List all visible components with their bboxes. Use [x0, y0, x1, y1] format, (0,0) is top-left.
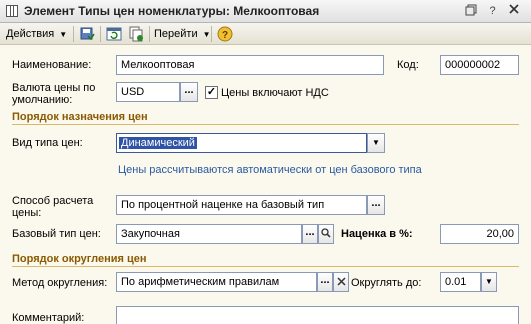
- help-title-icon[interactable]: ?: [485, 4, 500, 19]
- window: Элемент Типы цен номенклатуры: Мелкоопто…: [0, 0, 531, 324]
- restore-icon[interactable]: [463, 4, 478, 19]
- toolbar-separator: [100, 26, 101, 42]
- code-input[interactable]: 000000002: [440, 55, 519, 75]
- dropdown-arrow-icon: ▼: [59, 30, 68, 39]
- currency-input[interactable]: USD: [116, 82, 180, 102]
- actions-menu[interactable]: Действия ▼: [6, 26, 67, 42]
- round-method-label: Метод округления:: [12, 277, 108, 289]
- copy-icon[interactable]: [128, 26, 144, 42]
- comment-label: Комментарий:: [12, 312, 85, 324]
- comment-input[interactable]: [116, 306, 519, 324]
- round-method-select-button[interactable]: ...: [317, 272, 333, 292]
- name-label: Наименование:: [12, 59, 92, 71]
- markup-label: Наценка в %:: [341, 228, 413, 240]
- goto-label: Перейти: [154, 28, 198, 40]
- close-icon[interactable]: [506, 4, 521, 19]
- auto-calc-note: Цены рассчитываются автоматически от цен…: [118, 164, 422, 176]
- goto-menu[interactable]: Перейти ▼: [154, 26, 211, 42]
- currency-label-line2: умолчанию:: [12, 94, 73, 106]
- help-glyph: ?: [222, 30, 228, 41]
- window-title: Элемент Типы цен номенклатуры: Мелкоопто…: [24, 4, 320, 18]
- toolbar-separator: [211, 26, 212, 42]
- actions-label: Действия: [6, 28, 55, 40]
- help-icon[interactable]: ?: [217, 26, 233, 42]
- round-to-label: Округлять до:: [351, 277, 422, 289]
- search-icon[interactable]: [318, 224, 334, 244]
- vat-label[interactable]: Цены включают НДС: [221, 87, 329, 99]
- price-kind-select[interactable]: Динамический: [116, 133, 367, 153]
- round-to-input[interactable]: 0.01: [440, 272, 481, 292]
- section-assign-title: Порядок назначения цен: [12, 111, 148, 123]
- code-label: Код:: [397, 59, 419, 71]
- section-round-title: Порядок округления цен: [12, 253, 147, 265]
- section-divider: [12, 266, 519, 267]
- calc-method-select-button[interactable]: ...: [367, 195, 385, 215]
- dropdown-arrow-icon: ▼: [202, 30, 211, 39]
- base-type-label: Базовый тип цен:: [12, 228, 101, 240]
- clear-icon[interactable]: [333, 272, 349, 292]
- currency-select-button[interactable]: ...: [180, 82, 198, 102]
- toolbar: Действия ▼ Перейти ▼ ?: [0, 23, 531, 45]
- price-kind-value: Динамический: [119, 137, 197, 149]
- calc-method-label-line2: цены:: [12, 207, 42, 219]
- save-and-close-icon[interactable]: [79, 26, 95, 42]
- toolbar-separator: [149, 26, 150, 42]
- round-method-input[interactable]: По арифметическим правилам: [116, 272, 317, 292]
- base-type-input[interactable]: Закупочная: [116, 224, 302, 244]
- calc-method-label-line1: Способ расчета: [12, 195, 94, 207]
- form-icon: [6, 5, 18, 17]
- refresh-icon[interactable]: [106, 26, 122, 42]
- base-type-select-button[interactable]: ...: [302, 224, 318, 244]
- section-divider: [12, 124, 519, 125]
- name-input[interactable]: Мелкооптовая: [116, 55, 384, 75]
- currency-label-line1: Валюта цены по: [12, 82, 96, 94]
- round-to-dropdown-icon[interactable]: ▼: [481, 272, 497, 292]
- toolbar-separator: [73, 26, 74, 42]
- title-bar: Элемент Типы цен номенклатуры: Мелкоопто…: [0, 0, 531, 23]
- calc-method-input[interactable]: По процентной наценке на базовый тип: [116, 195, 367, 215]
- markup-input[interactable]: 20,00: [440, 224, 519, 244]
- price-kind-label: Вид типа цен:: [12, 137, 83, 149]
- vat-checkbox[interactable]: ✓: [205, 86, 218, 99]
- price-kind-dropdown-icon[interactable]: ▼: [367, 133, 385, 153]
